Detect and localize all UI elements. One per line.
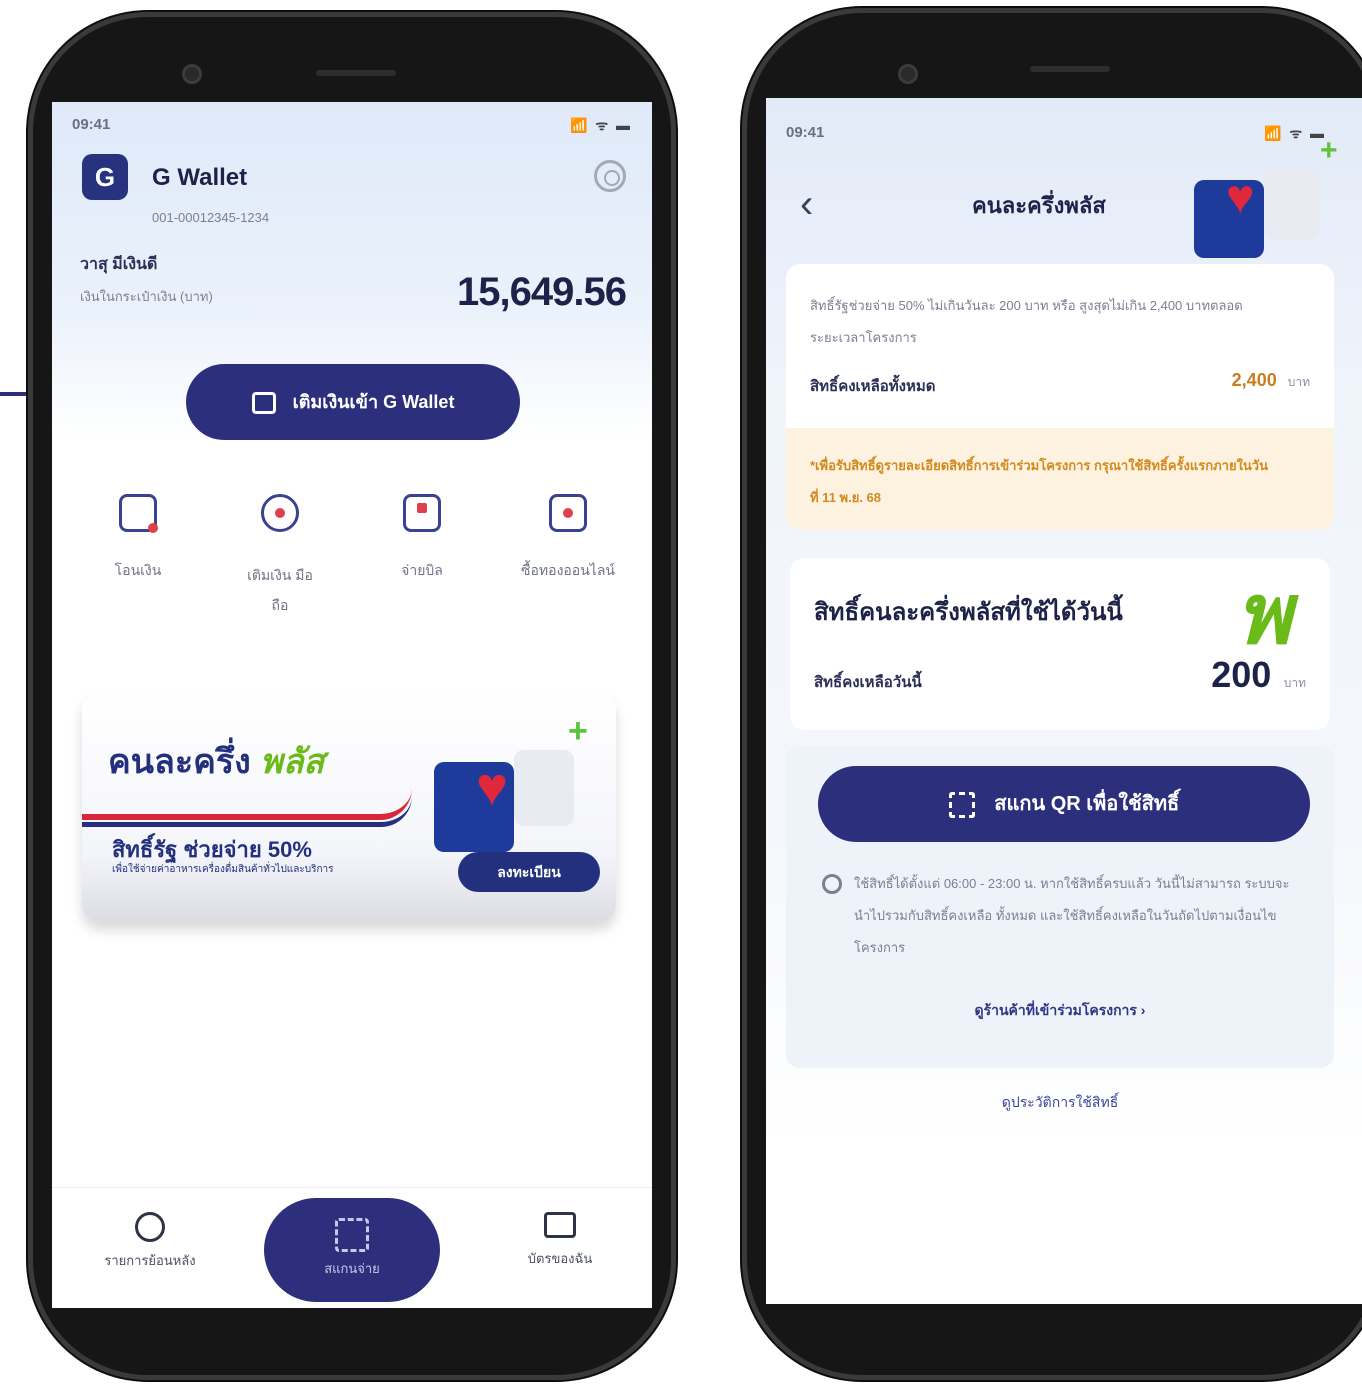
- total-rights-label: สิทธิ์คงเหลือทั้งหมด: [810, 378, 936, 395]
- balance-label: เงินในกระเป๋าเงิน (บาท): [80, 289, 213, 304]
- history-clock-icon: [135, 1212, 165, 1242]
- total-rights-currency: บาท: [1287, 375, 1310, 389]
- menu-item-transfer[interactable]: โอนเงิน: [78, 494, 198, 582]
- qr-card-icon: [119, 494, 158, 533]
- page-title: คนละครึ่งพลัส: [972, 193, 1106, 218]
- status-time: 09:41: [786, 124, 825, 141]
- banner-title-plus: พลัส: [260, 743, 325, 781]
- scan-pay-button[interactable]: สแกนจ่าย: [264, 1198, 440, 1302]
- user-name: วาสุ มีเงินดี: [80, 256, 158, 273]
- earpiece-speaker: [1030, 66, 1110, 72]
- banner-title-text: คนละครึ่ง: [108, 743, 251, 781]
- wallet-home-screen: 09:41 📶 ᯤ ▬ G G Wallet 001-00012345-1234…: [52, 102, 652, 1308]
- topup-button-label: เติมเงินเข้า G Wallet: [292, 392, 455, 412]
- add-circle-icon: [261, 494, 299, 532]
- banner-title: คนละครึ่ง พลัส: [108, 734, 324, 788]
- warning-text: *เพื่อรับสิทธิ์ดูรายละเอียดสิทธิ์การเข้า…: [810, 458, 1268, 505]
- bill-icon: [403, 494, 441, 532]
- nav-my-cards-label: บัตรของฉัน: [527, 1251, 593, 1266]
- plus-sparkle-icon: +: [1320, 134, 1338, 167]
- banner-swoosh-blue: [82, 796, 412, 827]
- menu-item-pay-bill[interactable]: จ่ายบิล: [362, 494, 482, 582]
- warning-ribbon: *เพื่อรับสิทธิ์ดูรายละเอียดสิทธิ์การเข้า…: [786, 428, 1334, 530]
- status-bar: 09:41 📶 ᯤ ▬: [72, 110, 632, 138]
- card-icon: [544, 1212, 576, 1238]
- status-icons: 📶 ᯤ ▬: [570, 117, 632, 133]
- account-number: 001-00012345-1234: [152, 210, 270, 225]
- total-rights-amount: 2,400 บาท: [1232, 370, 1310, 392]
- info-icon: [822, 874, 842, 894]
- heart-icon: ♥: [1226, 171, 1255, 224]
- today-rights-label: สิทธิ์คงเหลือวันนี้: [814, 674, 922, 691]
- menu-item-topup-mobile[interactable]: เติมเงิน มือถือ: [220, 494, 340, 620]
- settings-gear-icon[interactable]: [594, 160, 626, 192]
- heart-icon: ♥: [476, 757, 509, 817]
- usage-history-link[interactable]: ดูประวัติการใช้สิทธิ์: [766, 1092, 1354, 1114]
- menu-label-topup-mobile: เติมเงิน มือถือ: [247, 567, 313, 613]
- earpiece-speaker: [316, 70, 396, 76]
- menu-label-pay-bill: จ่ายบิล: [401, 562, 443, 578]
- nav-my-cards[interactable]: บัตรของฉัน: [500, 1212, 620, 1269]
- scan-qr-icon: [948, 791, 975, 818]
- today-rights-header: สิทธิ์คนละครึ่งพลัสที่ใช้ได้วันนี้: [814, 599, 1123, 626]
- front-camera: [182, 64, 202, 84]
- g-wallet-logo: G: [82, 154, 128, 200]
- banner-small-text: เพื่อใช้จ่ายค่าอาหารเครื่องดื่มสินค้าทั่…: [112, 864, 334, 875]
- status-bar: 09:41 📶 ᯤ ▬: [786, 118, 1362, 146]
- plus-brand-logo: พ: [1236, 567, 1291, 661]
- menu-item-gold[interactable]: ซื้อทองออนไลน์: [508, 494, 628, 582]
- menu-label-gold: ซื้อทองออนไลน์: [521, 562, 615, 578]
- front-camera: [898, 64, 918, 84]
- nav-history-label: รายการย้อนหลัง: [104, 1253, 196, 1268]
- half-half-plus-banner[interactable]: คนละครึ่ง พลัส สิทธิ์รัฐ ช่วยจ่าย 50% เพ…: [82, 692, 616, 922]
- participating-shops-link[interactable]: ดูร้านค้าที่เข้าร่วมโครงการ ›: [786, 1000, 1334, 1022]
- back-chevron-icon[interactable]: ‹: [800, 184, 813, 224]
- plus-sparkle-icon: +: [568, 712, 588, 750]
- total-rights-value: 2,400: [1231, 370, 1277, 390]
- puzzle-piece-white: [514, 750, 574, 826]
- topup-button[interactable]: เติมเงินเข้า G Wallet: [186, 364, 520, 440]
- menu-label-transfer: โอนเงิน: [114, 562, 162, 578]
- scan-qr-label: สแกน QR เพื่อใช้สิทธิ์: [994, 793, 1180, 815]
- status-icons: 📶 ᯤ ▬: [1264, 125, 1326, 141]
- half-half-detail-screen: 09:41 📶 ᯤ ▬ ‹ คนละครึ่งพลัส ♥ + สิทธิ์รั…: [766, 98, 1362, 1304]
- wallet-balance: 15,649.56: [457, 270, 627, 314]
- rights-info-text: สิทธิ์รัฐช่วยจ่าย 50% ไม่เกินวันละ 200 บ…: [810, 298, 1243, 345]
- puzzle-piece-white: [1264, 168, 1320, 240]
- phone-right: 09:41 📶 ᯤ ▬ ‹ คนละครึ่งพลัส ♥ + สิทธิ์รั…: [742, 8, 1362, 1380]
- nav-history[interactable]: รายการย้อนหลัง: [80, 1212, 220, 1271]
- scan-qr-button[interactable]: สแกน QR เพื่อใช้สิทธิ์: [818, 766, 1310, 842]
- status-time: 09:41: [72, 116, 111, 133]
- topup-wallet-icon: [251, 392, 276, 415]
- usage-note-text: ใช้สิทธิ์ได้ตั้งแต่ 06:00 - 23:00 น. หาก…: [854, 876, 1290, 955]
- app-title: G Wallet: [152, 164, 248, 191]
- scan-panel: สแกน QR เพื่อใช้สิทธิ์ ใช้สิทธิ์ได้ตั้งแ…: [786, 746, 1334, 1068]
- scan-qr-icon: [335, 1218, 369, 1252]
- phone-left: 09:41 📶 ᯤ ▬ G G Wallet 001-00012345-1234…: [28, 12, 676, 1380]
- shopping-bag-icon: [549, 494, 587, 532]
- scan-pay-label: สแกนจ่าย: [324, 1261, 380, 1276]
- banner-register-button[interactable]: ลงทะเบียน: [458, 852, 600, 892]
- bottom-nav: รายการย้อนหลัง สแกนจ่าย บัตรของฉัน: [52, 1187, 652, 1308]
